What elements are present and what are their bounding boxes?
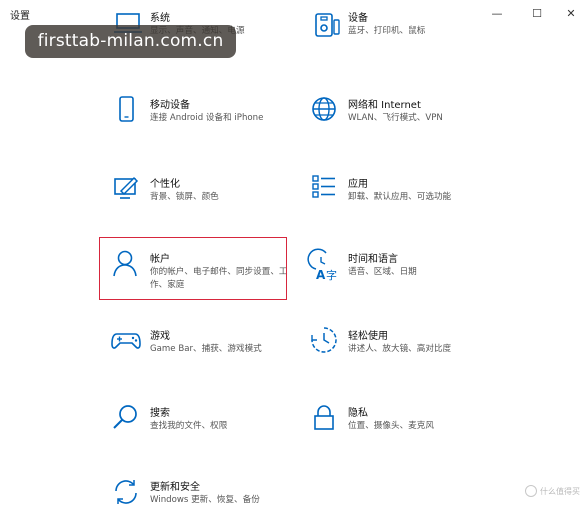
gamepad-icon (111, 333, 141, 349)
tile-description: 讲述人、放大镜、高对比度 (348, 344, 452, 354)
tile-name: 游戏 (150, 331, 170, 342)
maximize-button[interactable]: ☐ (519, 0, 555, 26)
tile-name: 移动设备 (150, 100, 190, 111)
tile-name: 应用 (348, 179, 368, 190)
phone-icon (119, 96, 134, 122)
tile-personalization[interactable]: 个性化 背景、锁屏、颜色 (112, 172, 312, 224)
tile-gaming[interactable]: 游戏 Game Bar、捕获、游戏模式 (111, 324, 312, 376)
tile-description: 卸载、默认应用、可选功能 (348, 192, 452, 202)
tile-name: 时间和语言 (348, 254, 398, 265)
tile-ease-of-access[interactable]: 轻松使用 讲述人、放大镜、高对比度 (310, 324, 510, 376)
corner-watermark-text: 什么值得买 (540, 486, 580, 496)
tile-privacy[interactable]: 隐私 位置、摄像头、麦克风 (310, 401, 510, 453)
apps-list-icon (312, 175, 335, 198)
tile-description: 语音、区域、日期 (348, 267, 417, 277)
personalization-icon (114, 176, 139, 199)
tile-apps[interactable]: 应用 卸载、默认应用、可选功能 (310, 172, 510, 224)
globe-icon (312, 97, 336, 121)
tile-name: 轻松使用 (348, 331, 388, 342)
watermark-banner: firsttab-milan.com.cn (25, 25, 236, 58)
tile-devices[interactable]: 设备 蓝牙、打印机、鼠标 (310, 6, 510, 58)
tile-description: 查找我的文件、权限 (150, 421, 228, 431)
devices-icon (315, 13, 340, 37)
svg-text:字: 字 (326, 268, 337, 282)
selection-highlight-frame (99, 237, 287, 300)
tile-name: 更新和安全 (150, 482, 200, 493)
tile-description: 位置、摄像头、麦克风 (348, 421, 434, 431)
tile-description: WLAN、飞行模式、VPN (348, 113, 443, 123)
corner-watermark: 什么值得买 (525, 485, 580, 497)
lock-icon (314, 405, 334, 430)
tile-description: 背景、锁屏、颜色 (150, 192, 219, 202)
time-language-icon: A 字 (307, 248, 337, 282)
update-icon (115, 480, 137, 504)
tile-name: 设备 (348, 13, 368, 24)
close-button[interactable]: ✕ (553, 0, 588, 26)
tile-description: 连接 Android 设备和 iPhone (150, 113, 264, 123)
search-icon (113, 405, 137, 429)
tile-update-security[interactable]: 更新和安全 Windows 更新、恢复、备份 (112, 475, 312, 527)
tile-search[interactable]: 搜索 查找我的文件、权限 (112, 401, 312, 453)
tile-network[interactable]: 网络和 Internet WLAN、飞行模式、VPN (310, 93, 510, 145)
tile-name: 隐私 (348, 408, 368, 419)
watermark-logo-icon (525, 485, 537, 497)
ease-of-access-icon (311, 327, 337, 353)
tile-phone[interactable]: 移动设备 连接 Android 设备和 iPhone (112, 93, 312, 145)
tile-name: 个性化 (150, 179, 180, 190)
tile-description: 蓝牙、打印机、鼠标 (348, 26, 426, 36)
tile-name: 搜索 (150, 408, 170, 419)
window-title: 设置 (10, 11, 30, 22)
tile-time-language[interactable]: A 字 时间和语言 语音、区域、日期 (307, 247, 510, 299)
tile-description: Game Bar、捕获、游戏模式 (150, 344, 262, 354)
tile-name: 网络和 Internet (348, 100, 421, 111)
svg-text:A: A (316, 268, 326, 282)
tile-name: 系统 (150, 13, 170, 24)
